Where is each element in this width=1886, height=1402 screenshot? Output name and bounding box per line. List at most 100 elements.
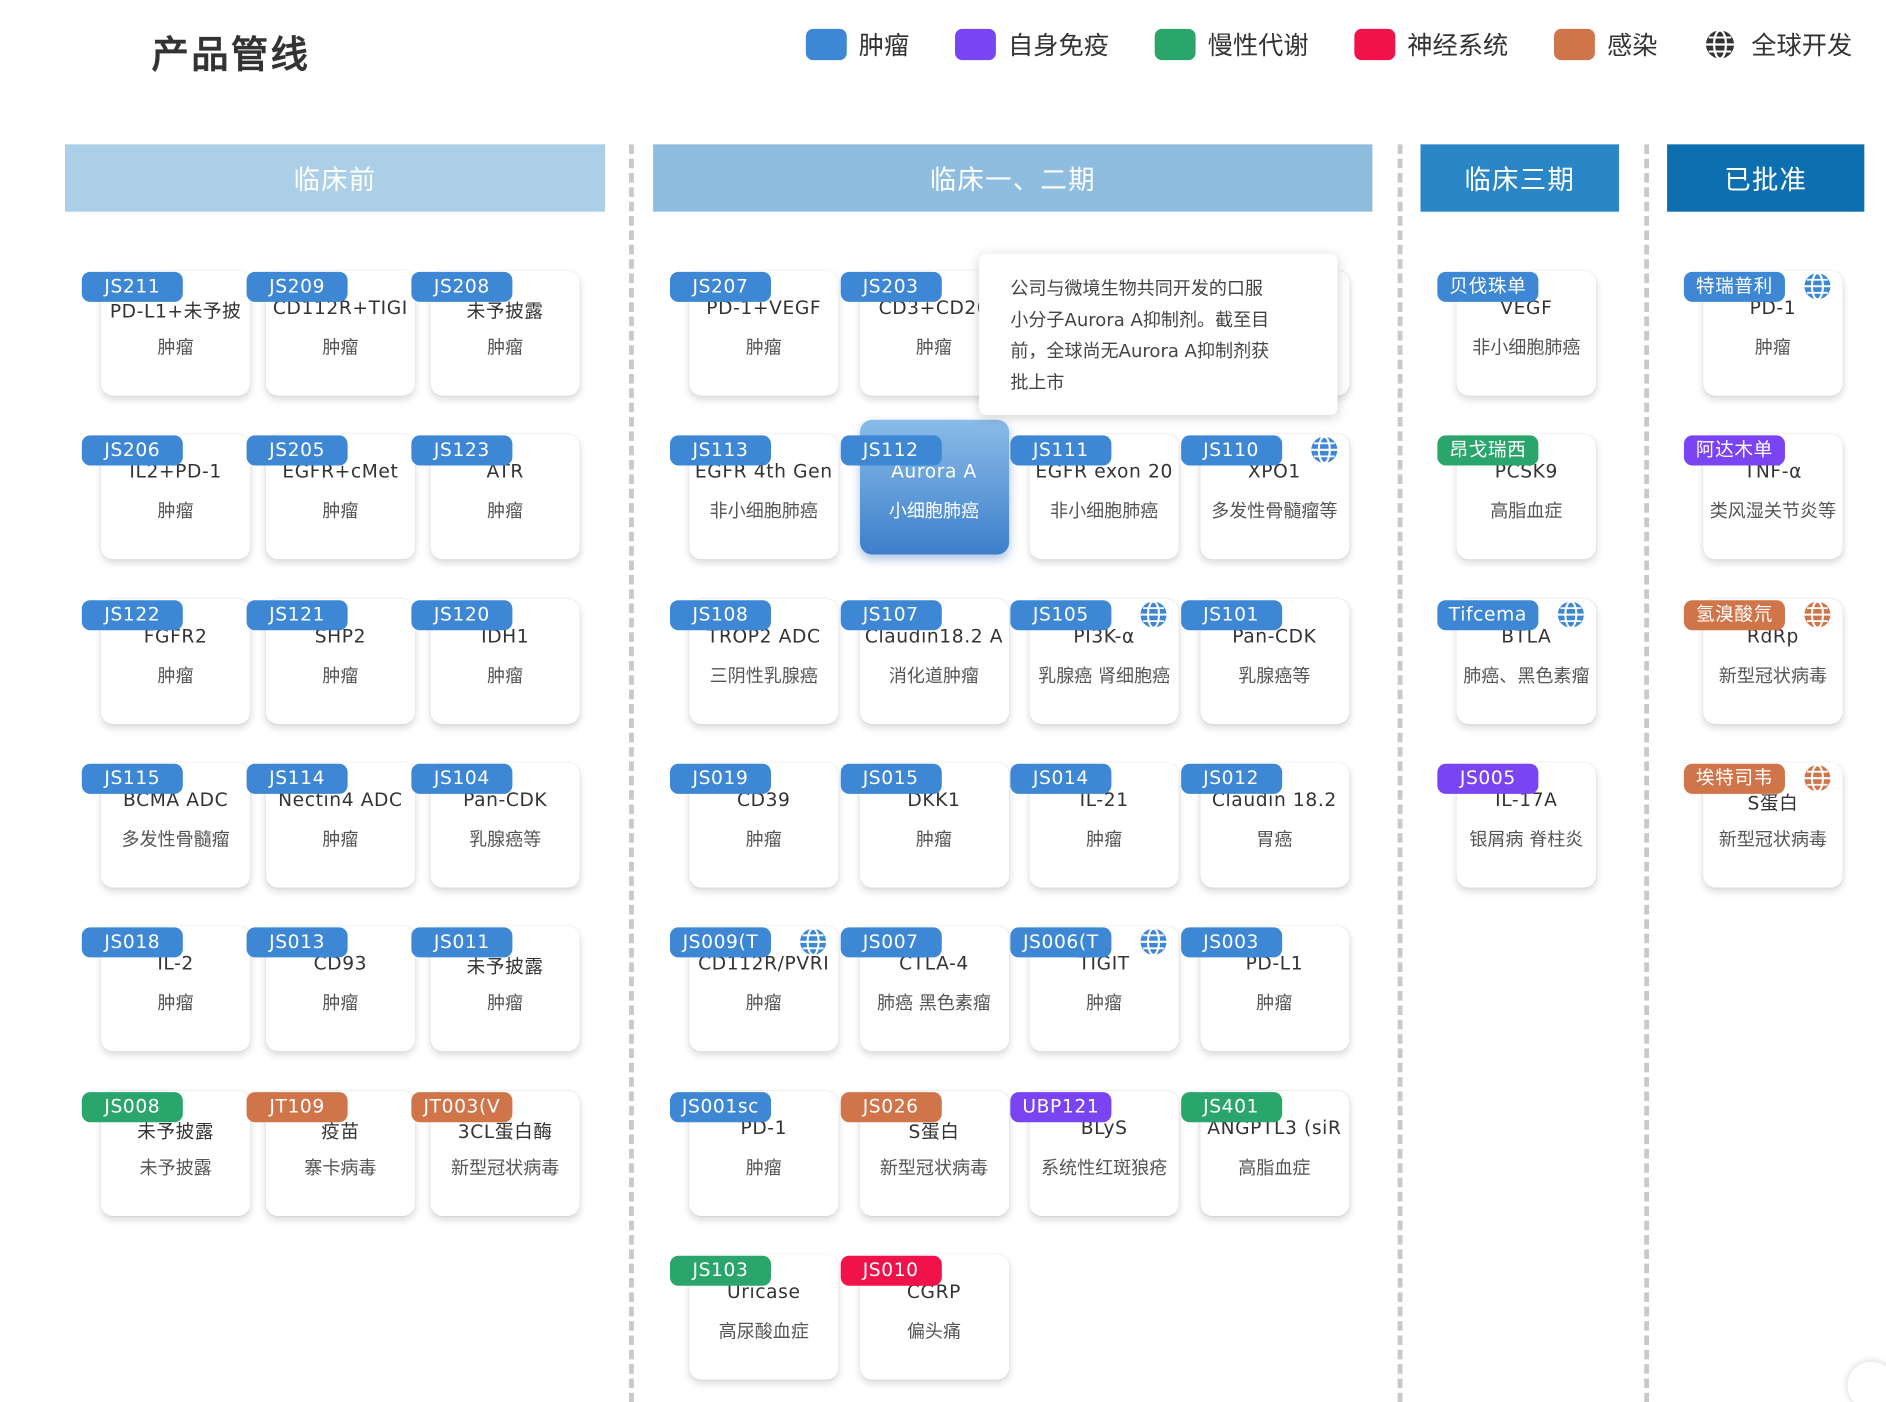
legend-label: 感染	[1606, 31, 1658, 61]
drug-code-tag[interactable]: JS013	[246, 927, 348, 958]
card-indication: 肿瘤	[157, 664, 194, 687]
globe-icon	[797, 926, 828, 957]
drug-code-tag[interactable]: 贝伐珠单	[1437, 271, 1539, 302]
card-indication: 非小细胞肺癌	[1472, 336, 1581, 359]
card-indication: 肿瘤	[745, 992, 782, 1015]
card-indication: 系统性红斑狼疮	[1041, 1156, 1168, 1179]
drug-code-tag[interactable]: 昂戈瑞西	[1437, 435, 1539, 466]
drug-code-tag[interactable]: JS110	[1180, 435, 1282, 466]
stage-divider	[1397, 144, 1403, 1402]
drug-code-tag[interactable]: JS108	[669, 599, 771, 630]
drug-code-tag[interactable]: JS123	[411, 435, 513, 466]
drug-code-tag[interactable]: JS011	[411, 927, 513, 958]
card-indication: 消化道肿瘤	[888, 664, 980, 687]
drug-code-tag[interactable]: JS103	[669, 1255, 771, 1286]
drug-code-tag[interactable]: JS122	[81, 599, 183, 630]
card-indication: 肿瘤	[157, 992, 194, 1015]
stage-header-preclinical[interactable]: 临床前	[64, 144, 606, 212]
globe-icon	[1703, 28, 1737, 62]
drug-code-tag[interactable]: JS014	[1010, 763, 1112, 794]
tooltip-line: 小分子Aurora A抑制剂。截至目	[1010, 309, 1270, 331]
drug-code-tag[interactable]: JS111	[1010, 435, 1112, 466]
drug-code-tag[interactable]: JS015	[840, 763, 942, 794]
card-indication: 寨卡病毒	[304, 1156, 377, 1179]
drug-code-tag[interactable]: JS009(T	[669, 927, 771, 958]
legend-label: 全球开发	[1751, 31, 1853, 61]
drug-code-tag[interactable]: 阿达木单	[1683, 435, 1785, 466]
drug-code-tag[interactable]: 特瑞普利	[1683, 271, 1785, 302]
card-indication: 肿瘤	[487, 664, 524, 687]
drug-code-tag[interactable]: JS121	[246, 599, 348, 630]
card-indication: 胃癌	[1256, 828, 1293, 851]
card-indication: 新型冠状病毒	[451, 1156, 560, 1179]
drug-code-tag[interactable]: JS001sc	[669, 1091, 771, 1122]
drug-code-tag[interactable]: JS101	[1180, 599, 1282, 630]
drug-code-tag[interactable]: 氢溴酸氘	[1683, 599, 1785, 630]
drug-code-tag[interactable]: Tifcema	[1437, 599, 1539, 630]
card-indication: 三阴性乳腺癌	[709, 664, 818, 687]
globe-icon	[1802, 271, 1833, 302]
legend-swatch	[1154, 28, 1196, 61]
card-indication: 肿瘤	[745, 828, 782, 851]
card-indication: 肿瘤	[322, 336, 359, 359]
card-indication: 肿瘤	[157, 336, 194, 359]
floating-widget-button[interactable]	[1847, 1361, 1886, 1402]
card-indication: 肿瘤	[487, 992, 524, 1015]
drug-code-tag[interactable]: JS211	[81, 271, 183, 302]
card-indication: 多发性骨髓瘤	[121, 828, 230, 851]
card-indication: 乳腺癌 肾细胞癌	[1038, 664, 1171, 687]
drug-code-tag[interactable]: JS105	[1010, 599, 1112, 630]
drug-code-tag[interactable]: UBP121	[1010, 1091, 1112, 1122]
drug-code-tag[interactable]: JS006(T	[1010, 927, 1112, 958]
globe-icon	[1802, 599, 1833, 630]
drug-code-tag[interactable]: JS107	[840, 599, 942, 630]
card-indication: 肿瘤	[322, 828, 359, 851]
drug-code-tag[interactable]: 埃特司韦	[1683, 763, 1785, 794]
drug-code-tag[interactable]: JS104	[411, 763, 513, 794]
card-indication: 高尿酸血症	[718, 1320, 809, 1343]
stage-label: 临床前	[293, 165, 377, 197]
stage-header-approved[interactable]: 已批准	[1667, 144, 1865, 212]
drug-code-tag[interactable]: JS401	[1180, 1091, 1282, 1122]
drug-code-tag[interactable]: JS010	[840, 1255, 942, 1286]
drug-code-tag[interactable]: JT003(V	[411, 1091, 513, 1122]
drug-code-tag[interactable]: JS007	[840, 927, 942, 958]
drug-code-tag[interactable]: JS208	[411, 271, 513, 302]
stage-label: 临床一、二期	[929, 165, 1096, 197]
drug-code-tag[interactable]: JS026	[840, 1091, 942, 1122]
drug-code-tag[interactable]: JS113	[669, 435, 771, 466]
globe-icon	[1555, 599, 1586, 630]
drug-description-tooltip: 公司与微境生物共同开发的口服 小分子Aurora A抑制剂。截至目 前，全球尚无…	[979, 253, 1338, 415]
drug-code-tag[interactable]: JS207	[669, 271, 771, 302]
card-indication: 非小细胞肺癌	[709, 500, 818, 523]
drug-code-tag[interactable]: JS203	[840, 271, 942, 302]
drug-code-tag[interactable]: JS209	[246, 271, 348, 302]
drug-code-tag[interactable]: JS120	[411, 599, 513, 630]
stage-header-phase-3[interactable]: 临床三期	[1420, 144, 1619, 212]
stage-header-phase-1-2[interactable]: 临床一、二期	[653, 144, 1373, 212]
drug-code-tag[interactable]: JS114	[246, 763, 348, 794]
drug-code-tag[interactable]: JS115	[81, 763, 183, 794]
card-indication: 未予披露	[139, 1156, 212, 1179]
card-indication: 肿瘤	[1256, 992, 1293, 1015]
card-indication: 新型冠状病毒	[879, 1156, 989, 1179]
drug-code-tag[interactable]: JS205	[246, 435, 348, 466]
drug-code-tag[interactable]: JS012	[1180, 763, 1282, 794]
drug-code-tag[interactable]: JS005	[1437, 763, 1539, 794]
drug-code-tag[interactable]: JS003	[1180, 927, 1282, 958]
legend-label: 慢性代谢	[1207, 31, 1309, 61]
pipeline-page: 产品管线 肿瘤 自身免疫 慢性代谢 神经系统 感染 全球开发 临床前 临床一、二期 临床三…	[0, 0, 1886, 1402]
card-indication: 小细胞肺癌	[888, 500, 980, 523]
legend-label: 神经系统	[1407, 31, 1509, 61]
drug-code-tag[interactable]: JS019	[669, 763, 771, 794]
legend-swatch	[1554, 28, 1595, 61]
drug-code-tag[interactable]: JS008	[81, 1091, 183, 1122]
legend-item: 慢性代谢	[1154, 26, 1309, 62]
drug-code-tag[interactable]: JS018	[81, 927, 183, 958]
tooltip-line: 公司与微境生物共同开发的口服	[1010, 277, 1263, 300]
card-indication: 新型冠状病毒	[1718, 664, 1828, 687]
globe-icon	[1138, 599, 1169, 630]
drug-code-tag[interactable]: JS206	[81, 435, 183, 466]
drug-code-tag[interactable]: JS112	[840, 435, 942, 466]
drug-code-tag[interactable]: JT109	[246, 1091, 348, 1122]
